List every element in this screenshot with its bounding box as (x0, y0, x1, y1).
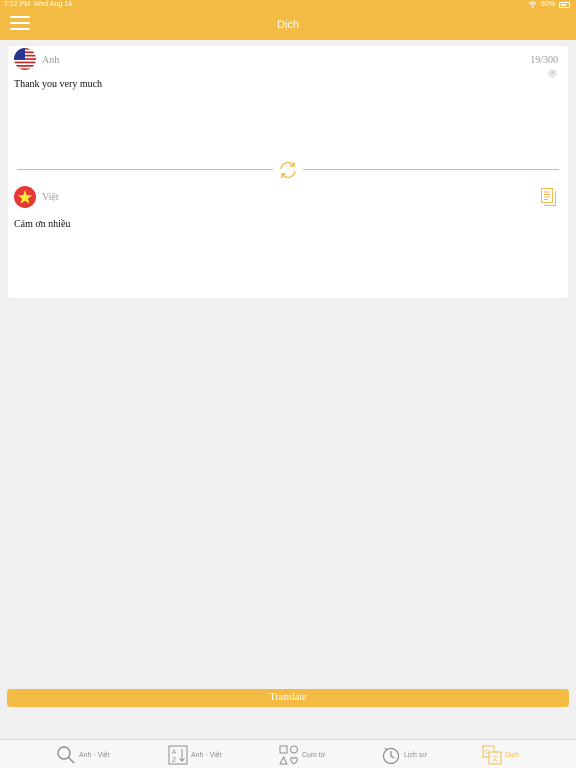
copy-icon[interactable] (541, 188, 556, 206)
status-time: 7:12 PM Wed Aug 14 (4, 1, 72, 8)
clock-icon (382, 747, 400, 765)
svg-text:G: G (485, 749, 490, 756)
tab-translate[interactable]: G文 Dịch (482, 744, 519, 766)
source-language-label[interactable]: Anh (42, 55, 59, 66)
translated-text: Cám ơn nhiều (14, 219, 71, 230)
source-text-input[interactable]: Thank you very much (14, 79, 102, 90)
tab-bar: Anh - Việt AZ Anh - Việt Cụm từ Lịch sử … (0, 739, 576, 768)
status-bar: 7:12 PM Wed Aug 14 60% (0, 0, 576, 12)
tab-label: Dịch (505, 751, 520, 759)
tab-label: Cụm từ (302, 751, 326, 759)
search-icon (57, 746, 75, 764)
us-flag-icon (14, 48, 36, 70)
tab-label: Anh - Việt (191, 751, 222, 759)
target-language-label[interactable]: Việt (42, 192, 59, 203)
tab-phrases[interactable]: Cụm từ (279, 744, 325, 766)
char-counter: 19/300 (530, 55, 558, 66)
tab-label: Anh - Việt (79, 751, 110, 759)
vn-flag-icon (14, 186, 36, 208)
svg-text:A: A (172, 749, 177, 756)
tab-search[interactable]: Anh - Việt (56, 744, 110, 766)
wifi-icon (528, 1, 537, 8)
battery-percent: 60% (540, 1, 555, 8)
clear-icon[interactable]: × (548, 69, 557, 78)
swap-languages-icon[interactable] (277, 159, 299, 181)
translator-card: Anh 19/300 × Thank you very much Việt Cá… (8, 46, 568, 298)
tab-label: Lịch sử (404, 751, 427, 759)
svg-text:Z: Z (172, 757, 176, 764)
shapes-icon (279, 745, 298, 765)
nav-bar: 7:12 PM Wed Aug 14 60% Dịch (0, 0, 576, 40)
translate-button[interactable]: Translate (7, 689, 569, 707)
tab-dictionary[interactable]: AZ Anh - Việt (168, 744, 222, 766)
status-right: 60% (528, 1, 570, 8)
tab-history[interactable]: Lịch sử (381, 744, 427, 766)
svg-text:文: 文 (492, 755, 498, 763)
divider-left (17, 169, 273, 170)
page-title: Dịch (276, 19, 299, 31)
divider-right (303, 169, 559, 170)
translate-icon: G文 (482, 745, 502, 765)
battery-icon (559, 1, 570, 8)
sort-az-icon: AZ (168, 745, 188, 765)
